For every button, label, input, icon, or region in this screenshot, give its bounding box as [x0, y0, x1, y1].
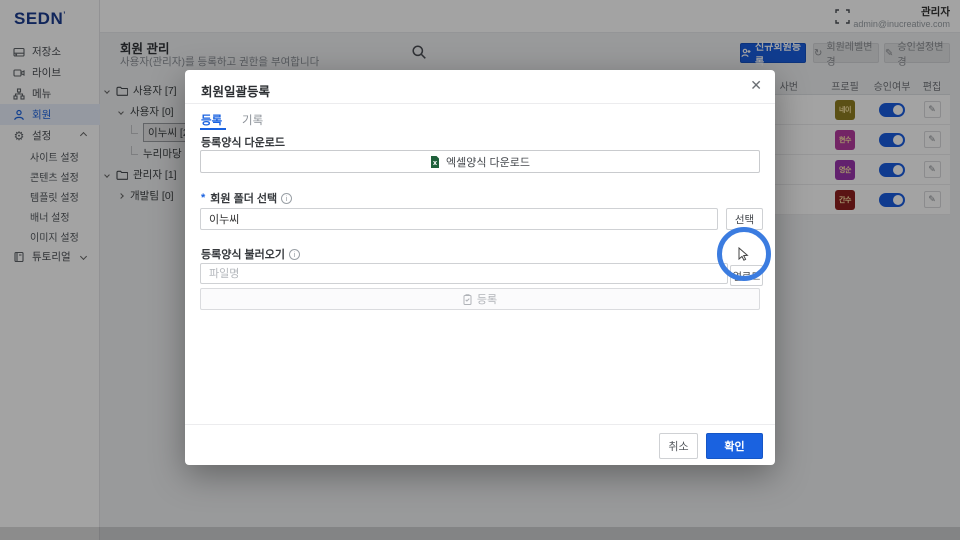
app-window: SEDN’ 저장소 라이브 메뉴 회원 ⚙ 설정 사이트 설정 콘텐츠 설정 템… — [0, 0, 960, 540]
tab-history[interactable]: 기록 — [242, 112, 263, 128]
excel-download-button[interactable]: 엑셀양식 다운로드 — [200, 150, 760, 173]
divider — [185, 424, 775, 425]
cancel-button[interactable]: 취소 — [659, 433, 698, 459]
import-template-label: 등록양식 불러오기 i — [201, 246, 301, 262]
close-icon[interactable]: ✕ — [750, 77, 762, 94]
info-icon[interactable]: i — [289, 248, 301, 260]
folder-input[interactable] — [200, 208, 718, 230]
bottom-shade — [0, 527, 960, 540]
confirm-button[interactable]: 확인 — [706, 433, 763, 459]
clipboard-icon — [463, 293, 472, 305]
register-submit-button[interactable]: 등록 — [200, 288, 760, 310]
bulk-register-modal: 회원일괄등록 ✕ 등록 기록 등록양식 다운로드 엑셀양식 다운로드 * 회원 … — [185, 70, 775, 465]
select-button[interactable]: 선택 — [726, 208, 763, 230]
tab-active-underline — [200, 128, 226, 130]
divider — [185, 103, 775, 104]
modal-title: 회원일괄등록 — [201, 85, 271, 99]
filename-input[interactable] — [200, 263, 728, 284]
download-template-label: 등록양식 다운로드 — [201, 137, 286, 149]
tab-register[interactable]: 등록 — [201, 112, 222, 128]
folder-select-label: * 회원 폴더 선택 i — [201, 190, 293, 206]
info-icon[interactable]: i — [281, 192, 293, 204]
required-mark: * — [201, 192, 206, 204]
excel-file-icon — [430, 155, 440, 168]
upload-button[interactable]: 업로드 — [730, 265, 763, 286]
